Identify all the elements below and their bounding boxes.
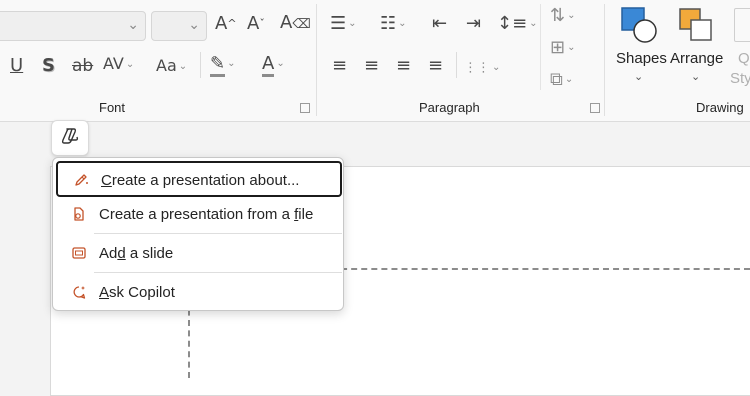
chevron-down-icon: ⌄	[634, 70, 644, 83]
label-part: Ad	[99, 245, 118, 262]
shrink-font-button[interactable]: Aˇ	[247, 14, 265, 34]
chevron-down-icon: ⌄	[188, 17, 200, 33]
menu-separator	[94, 233, 342, 234]
menu-item-label: Ask Copilot	[99, 284, 175, 301]
menu-item-create-presentation-about[interactable]: Create a presentation about...	[56, 161, 342, 197]
align-left-button[interactable]: ≡	[332, 56, 347, 76]
font-color-label: A	[262, 53, 275, 77]
label-part: ile	[298, 206, 314, 223]
font-name-combo[interactable]: ⌄	[0, 11, 146, 41]
menu-item-label: Add a slide	[99, 245, 173, 262]
character-spacing-label: AV	[103, 54, 124, 73]
pencil-sparkle-icon	[73, 172, 89, 188]
label-part: a slide	[125, 245, 174, 262]
menu-item-ask-copilot[interactable]: Ask Copilot	[56, 275, 342, 311]
strikethrough-button[interactable]: ab	[72, 56, 93, 76]
bullets-button[interactable]: ☰ ⌄	[330, 14, 357, 34]
font-size-combo[interactable]: ⌄	[151, 11, 207, 41]
menu-item-label: Create a presentation about...	[101, 172, 299, 189]
divider	[540, 4, 541, 90]
text-direction-button[interactable]: ⇅ ⌄	[550, 6, 575, 26]
change-case-label: Aa	[156, 56, 177, 75]
numbering-button[interactable]: ☷ ⌄	[380, 14, 407, 34]
columns-button[interactable]: ⋮⋮ ⌄	[464, 58, 500, 79]
copilot-menu: Create a presentation about... Create a …	[52, 157, 344, 311]
shapes-button[interactable]: Shapes	[616, 50, 667, 67]
character-spacing-button[interactable]: AV ⌄	[103, 54, 134, 75]
font-dialog-launcher-icon[interactable]	[300, 103, 310, 113]
clear-formatting-icon[interactable]: A⌫	[280, 13, 311, 35]
change-case-button[interactable]: Aa ⌄	[156, 56, 187, 77]
menu-item-label: Create a presentation from a file	[99, 206, 313, 223]
chevron-down-icon: ⌄	[691, 70, 701, 83]
increase-indent-button[interactable]: ⇥	[466, 14, 481, 34]
menu-separator	[94, 272, 342, 273]
decrease-indent-button[interactable]: ⇤	[432, 14, 447, 34]
paragraph-dialog-launcher-icon[interactable]	[590, 103, 600, 113]
arrange-button[interactable]: Arrange	[670, 50, 723, 67]
divider	[200, 52, 201, 78]
quick-styles-icon[interactable]	[734, 8, 750, 42]
paragraph-group-label: Paragraph	[419, 100, 480, 115]
quick-styles-label-top[interactable]: Q	[738, 50, 750, 67]
quick-styles-label-bottom[interactable]: Sty	[730, 70, 750, 87]
grow-font-button[interactable]: A^	[215, 14, 237, 34]
group-separator	[316, 4, 317, 116]
align-center-button[interactable]: ≡	[364, 56, 379, 76]
arrange-icon[interactable]	[677, 6, 717, 46]
align-text-button[interactable]: ⊞ ⌄	[550, 38, 575, 58]
label-part: Create a presentation from a	[99, 206, 295, 223]
access-key: d	[117, 245, 126, 262]
label-part: reate a presentation about...	[111, 172, 300, 189]
ribbon: ⌄ ⌄ A^ Aˇ A⌫ U S ab AV ⌄ Aa ⌄ ✎ ⌄ A ⌄ Font ☰…	[0, 0, 750, 122]
justify-button[interactable]: ≡	[428, 56, 443, 76]
drawing-group-label: Drawing	[696, 100, 744, 115]
chat-sparkle-icon	[71, 284, 87, 300]
copilot-button[interactable]	[51, 120, 89, 156]
copilot-icon	[60, 126, 80, 151]
group-separator	[604, 4, 605, 116]
document-sparkle-icon	[71, 206, 87, 222]
label-part: sk Copilot	[109, 284, 175, 301]
line-spacing-button[interactable]: ↕≡ ⌄	[497, 14, 538, 34]
highlight-color-button[interactable]: ✎ ⌄	[210, 53, 235, 77]
text-shadow-button[interactable]: S	[42, 56, 55, 76]
menu-item-create-presentation-from-file[interactable]: Create a presentation from a file	[56, 197, 342, 233]
divider	[456, 52, 457, 78]
underline-button[interactable]: U	[10, 56, 23, 76]
font-group-label: Font	[99, 100, 126, 115]
slide-icon	[71, 245, 87, 261]
shapes-icon[interactable]	[620, 6, 660, 46]
access-key: A	[99, 284, 110, 301]
access-key: C	[101, 172, 112, 189]
menu-item-add-slide[interactable]: Add a slide	[56, 236, 342, 272]
chevron-down-icon: ⌄	[127, 17, 139, 33]
convert-smartart-button[interactable]: ⧉ ⌄	[550, 70, 573, 90]
font-color-button[interactable]: A ⌄	[262, 53, 285, 77]
align-right-button[interactable]: ≡	[396, 56, 411, 76]
